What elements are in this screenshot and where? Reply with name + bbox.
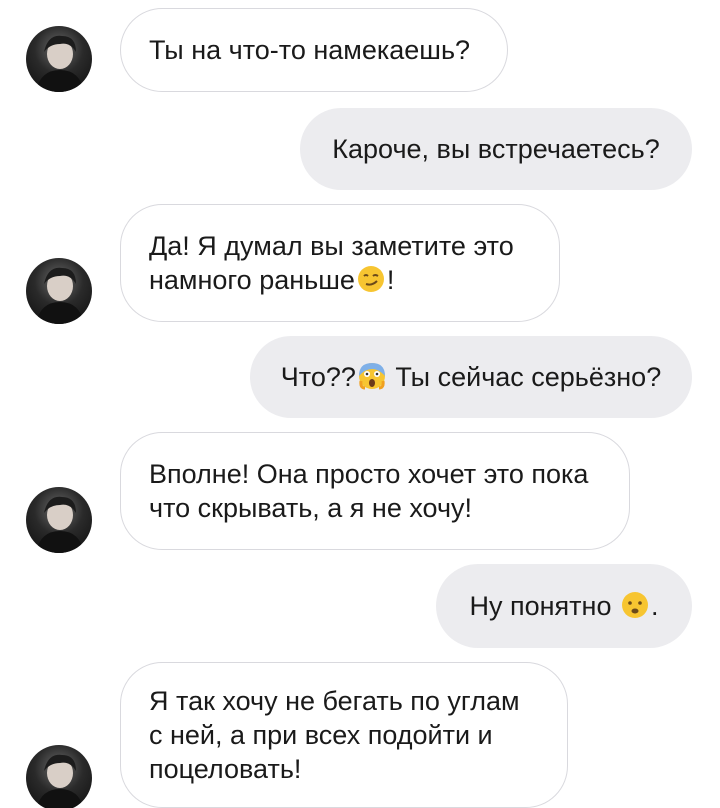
message-text-part: Ну понятно [469,591,619,621]
contact-avatar[interactable] [26,26,92,92]
outgoing-message-bubble[interactable]: Кароче, вы встречаетесь? [300,108,692,190]
avatar-photo [36,754,84,808]
contact-avatar[interactable] [26,745,92,808]
message-text: Что?? Ты сейчас серьёзно? [281,360,661,394]
incoming-message-bubble[interactable]: Я так хочу не бегать по углам с ней, а п… [120,662,568,808]
message-text: Вполне! Она просто хочет это пока что ск… [149,459,589,523]
message-text: Ты на что-то намекаешь? [149,35,471,65]
contact-avatar[interactable] [26,258,92,324]
incoming-message-bubble[interactable]: Ты на что-то намекаешь? [120,8,508,92]
message-text-part: Что?? [280,362,356,392]
contact-avatar[interactable] [26,487,92,553]
screaming-face-icon [357,361,387,391]
message-text: Кароче, вы встречаетесь? [332,134,660,164]
sad-face-icon [620,590,650,620]
message-text-part: . [650,591,659,621]
avatar-photo [36,35,84,92]
avatar-photo [36,496,84,553]
chat-thread: Ты на что-то намекаешь? Кароче, вы встре… [0,0,720,808]
message-text-part: Да! Я думал вы заметите это намного рань… [149,231,514,295]
smirking-face-icon [356,264,386,294]
message-text: Я так хочу не бегать по углам с ней, а п… [149,686,520,784]
avatar-photo [36,267,84,324]
message-text: Да! Я думал вы заметите это намного рань… [149,229,514,297]
outgoing-message-bubble[interactable]: Что?? Ты сейчас серьёзно? [250,336,692,418]
outgoing-message-bubble[interactable]: Ну понятно . [436,564,692,648]
message-text-part: ! [386,265,395,295]
message-text-part: Ты сейчас серьёзно? [387,362,662,392]
message-text: Ну понятно . [470,589,659,623]
incoming-message-bubble[interactable]: Вполне! Она просто хочет это пока что ск… [120,432,630,550]
incoming-message-bubble[interactable]: Да! Я думал вы заметите это намного рань… [120,204,560,322]
